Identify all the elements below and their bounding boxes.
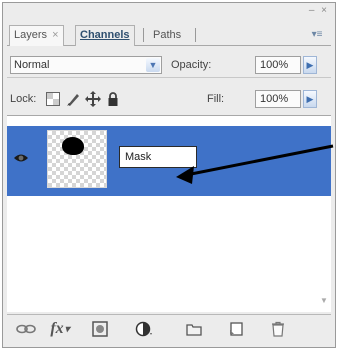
panel-title-strip: – × bbox=[3, 3, 335, 21]
tab-close-icon[interactable]: × bbox=[52, 29, 58, 41]
link-layers-icon[interactable] bbox=[15, 319, 37, 339]
opacity-slider-button[interactable]: ▶ bbox=[303, 56, 317, 74]
new-group-icon[interactable] bbox=[183, 319, 205, 339]
lock-transparency-icon[interactable] bbox=[45, 91, 61, 107]
blend-row: Normal ▼ Opacity: 100% ▶ bbox=[7, 51, 331, 78]
tab-layers-label: Layers bbox=[14, 29, 48, 41]
tab-paths[interactable]: Paths bbox=[149, 26, 185, 45]
lock-position-icon[interactable] bbox=[85, 91, 101, 107]
adjustment-layer-icon[interactable] bbox=[133, 319, 155, 339]
fx-label: fx bbox=[50, 320, 64, 337]
new-layer-icon[interactable] bbox=[225, 319, 247, 339]
blend-mode-select[interactable]: Normal ▼ bbox=[10, 56, 162, 74]
tab-channels-label: Channels bbox=[80, 29, 130, 41]
lock-image-icon[interactable] bbox=[65, 91, 81, 107]
add-mask-icon[interactable] bbox=[89, 319, 111, 339]
scrollbar[interactable]: ▼ bbox=[319, 120, 329, 306]
layers-list: Mask ▼ bbox=[7, 115, 331, 312]
layer-name-input[interactable]: Mask bbox=[119, 146, 197, 168]
lock-label: Lock: bbox=[10, 93, 37, 105]
fill-value: 100% bbox=[260, 93, 289, 105]
lock-row: Lock: Fill: 100% ▶ bbox=[7, 85, 331, 111]
layer-name: Mask bbox=[125, 151, 152, 163]
lock-all-icon[interactable] bbox=[105, 91, 121, 107]
fx-icon[interactable]: fx ▾ bbox=[49, 319, 71, 339]
opacity-field[interactable]: 100% bbox=[255, 56, 301, 74]
tab-layers[interactable]: Layers × bbox=[9, 25, 64, 46]
panel-footer: fx ▾ bbox=[7, 314, 331, 343]
panel-menu-icon[interactable]: ▾≡ bbox=[309, 29, 325, 41]
panel-tabs: Layers × Channels Paths ▾≡ bbox=[7, 23, 331, 46]
chevron-down-icon[interactable]: ▼ bbox=[146, 58, 160, 72]
layer-thumbnail bbox=[47, 130, 107, 188]
scroll-down-icon[interactable]: ▼ bbox=[319, 296, 329, 306]
tab-paths-label: Paths bbox=[153, 29, 182, 41]
opacity-label: Opacity: bbox=[171, 59, 212, 71]
tab-divider bbox=[195, 28, 196, 42]
layers-panel: – × Layers × Channels Paths ▾≡ Normal ▼ … bbox=[2, 2, 336, 348]
fill-slider-button[interactable]: ▶ bbox=[303, 90, 317, 108]
tab-channels[interactable]: Channels bbox=[75, 25, 135, 46]
layer-row-mask[interactable]: Mask bbox=[7, 126, 331, 196]
eye-icon[interactable] bbox=[13, 152, 29, 164]
fill-label: Fill: bbox=[207, 93, 225, 105]
opacity-value: 100% bbox=[260, 59, 289, 71]
fill-field[interactable]: 100% bbox=[255, 90, 301, 108]
mask-shape bbox=[62, 137, 84, 155]
delete-layer-icon[interactable] bbox=[267, 319, 289, 339]
tab-divider bbox=[143, 28, 144, 42]
blend-mode-value: Normal bbox=[14, 59, 50, 71]
window-controls[interactable]: – × bbox=[309, 5, 329, 16]
